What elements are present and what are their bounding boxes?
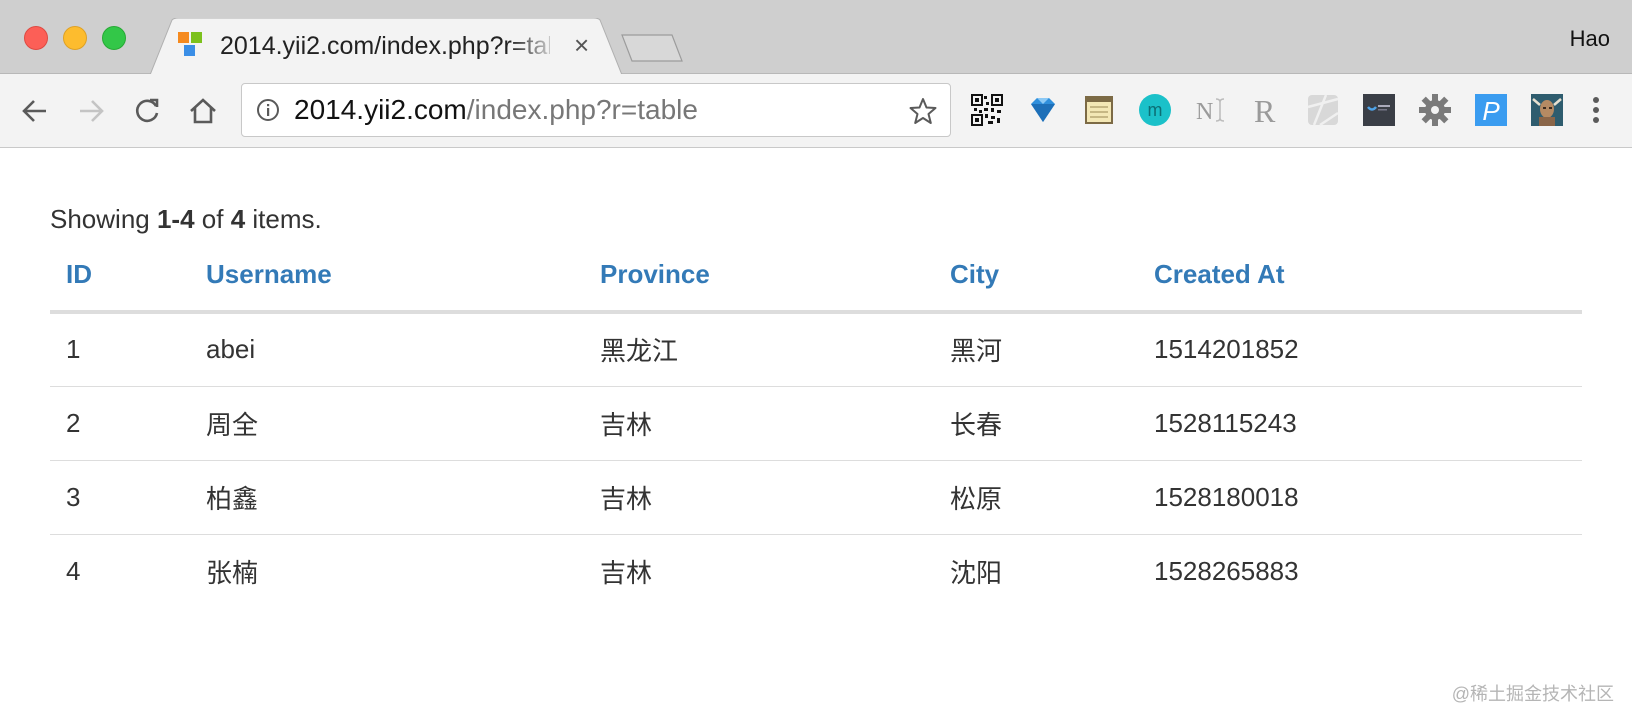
address-bar[interactable]: 2014.yii2.com/index.php?r=table [241,83,951,137]
map-glyph [1307,94,1339,127]
cell-created-at: 1528115243 [1138,385,1582,460]
table-row: 2 周全 吉林 长春 1528115243 [50,385,1582,460]
site-favicon-icon [178,32,204,58]
summary-range: 1-4 [156,204,195,234]
column-header-created-at[interactable]: Created At [1138,238,1582,314]
cell-province: 吉林 [584,385,934,460]
column-header-province[interactable]: Province [584,238,934,314]
n-cursor-glyph: N [1196,98,1225,125]
cell-username: 周全 [190,385,584,460]
cell-username: abei [206,334,256,365]
cell-province: 吉林 [584,459,934,534]
cell-province: 吉林 [584,533,934,608]
back-button[interactable] [16,92,54,130]
home-icon [190,98,216,124]
watermark: @稀土掘金技术社区 [1451,684,1614,704]
url-text[interactable]: 2014.yii2.com/index.php?r=table [294,94,698,126]
dark-app-icon[interactable] [1361,92,1397,128]
tab-title-fade [510,28,560,64]
table-header-row: ID Username Province City Created At [50,238,1582,314]
more-vertical-icon [1593,97,1599,123]
avatar-glyph [1531,94,1563,126]
column-header-username[interactable]: Username [190,238,584,314]
m-circle-icon[interactable]: m [1137,92,1173,128]
column-header-city[interactable]: City [934,238,1138,314]
p-icon[interactable]: P [1473,92,1509,128]
home-button[interactable] [184,92,222,130]
n-cursor-icon[interactable]: N [1193,92,1229,128]
cell-id: 3 [50,459,190,534]
r-letter-icon[interactable]: R [1249,92,1285,128]
diamond-glyph [1031,98,1055,122]
cell-created-at: 1528180018 [1138,459,1582,534]
column-header-id[interactable]: ID [50,238,190,314]
cell-id: 4 [50,533,190,608]
cell-created-at: 1514201852 [1154,334,1299,365]
table-row: 3 柏鑫 吉林 松原 1528180018 [50,459,1582,534]
cell-id: 2 [50,385,190,460]
dark-app-glyph [1363,94,1395,126]
m-circle-glyph: m [1139,94,1171,126]
summary-total: 4 [230,204,246,234]
info-icon[interactable] [256,98,280,122]
grid-summary: Showing 1-4 of 4 items. [50,204,322,235]
cell-province: 黑龙江 [600,336,679,367]
tab-title: 2014.yii2.com/index.php?r=table [220,32,550,60]
table-row: 1 abei 黑龙江 黑河 1514201852 [50,312,1582,386]
gear-icon[interactable] [1417,92,1453,128]
cell-id: 1 [66,334,81,365]
r-letter-glyph: R [1254,93,1276,127]
bookmark-star-icon[interactable] [908,96,938,126]
diamond-icon[interactable] [1025,92,1061,128]
reload-button[interactable] [128,92,166,130]
qr-code-glyph [971,94,1003,126]
summary-suffix: items. [245,204,322,234]
tab-close-icon[interactable]: × [574,30,589,61]
maximize-window-button[interactable] [102,26,126,50]
map-icon[interactable] [1305,92,1341,128]
chrome-menu-button[interactable] [1578,92,1614,128]
window-titlebar: 2014.yii2.com/index.php?r=table × Hao [0,0,1632,75]
svg-text:m: m [1148,100,1163,120]
cell-created-at: 1528265883 [1138,533,1582,608]
qr-code-icon[interactable] [969,92,1005,128]
cell-username: 柏鑫 [190,459,584,534]
cell-city: 长春 [934,385,1138,460]
notepad-icon[interactable] [1081,92,1117,128]
summary-prefix: Showing [50,204,157,234]
cell-city: 黑河 [950,336,1003,367]
cell-username: 张楠 [190,533,584,608]
arrow-right-icon [80,100,104,122]
minimize-window-button[interactable] [63,26,87,50]
notepad-glyph [1085,96,1113,124]
arrow-left-icon [22,100,46,122]
url-host: 2014.yii2.com [294,94,467,125]
p-glyph: P [1475,94,1507,126]
reload-icon [136,98,159,123]
gear-glyph [1419,94,1451,126]
svg-text:N: N [1196,99,1213,125]
profile-name[interactable]: Hao [1570,26,1610,52]
svg-text:P: P [1482,96,1500,126]
avatar-icon[interactable] [1529,92,1565,128]
forward-button[interactable] [72,92,110,130]
table-row: 4 张楠 吉林 沈阳 1528265883 [50,533,1582,608]
cell-city: 沈阳 [934,533,1138,608]
browser-toolbar: 2014.yii2.com/index.php?r=table m N R P [0,74,1632,148]
summary-middle: of [194,204,231,234]
data-table: ID Username Province City Created At 1 a… [50,238,1582,608]
url-path: /index.php?r=table [466,94,698,125]
active-tab[interactable]: 2014.yii2.com/index.php?r=table × [150,18,622,75]
close-window-button[interactable] [24,26,48,50]
cell-city: 松原 [934,459,1138,534]
page-content: Showing 1-4 of 4 items. ID Username Prov… [0,148,1632,724]
svg-text:R: R [1254,93,1276,127]
new-tab-button[interactable] [620,33,684,63]
